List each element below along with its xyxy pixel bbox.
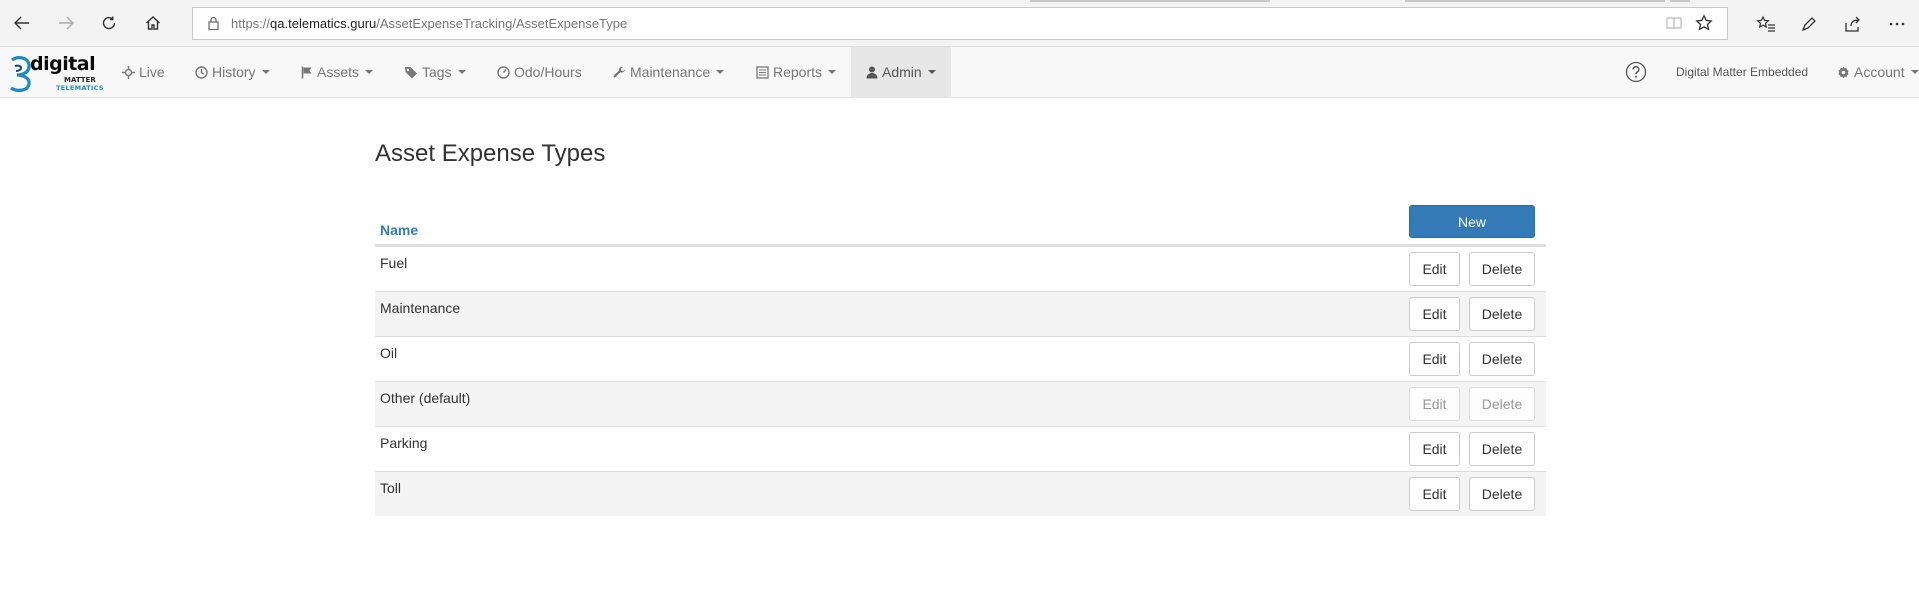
home-icon bbox=[146, 16, 160, 30]
arrow-right-icon bbox=[59, 16, 74, 30]
nav-history[interactable]: History bbox=[195, 47, 270, 97]
edit-button[interactable]: Edit bbox=[1409, 297, 1460, 331]
more-dots-icon bbox=[1889, 22, 1905, 26]
reading-view-icon[interactable] bbox=[1665, 15, 1683, 34]
favorite-star-icon[interactable] bbox=[1695, 14, 1713, 35]
nav-odo-hours-label: Odo/Hours bbox=[514, 64, 582, 80]
table-row: Toll Edit Delete bbox=[375, 471, 1546, 516]
chevron-down-icon bbox=[365, 70, 374, 74]
tab-indicator bbox=[1030, 0, 1270, 2]
nav-odo-hours[interactable]: Odo/Hours bbox=[497, 47, 582, 97]
help-button[interactable] bbox=[1625, 47, 1647, 97]
nav-live-label: Live bbox=[139, 64, 165, 80]
delete-button-disabled: Delete bbox=[1469, 387, 1535, 421]
forward-button[interactable] bbox=[53, 10, 79, 36]
organization-name[interactable]: Digital Matter Embedded bbox=[1676, 47, 1808, 97]
table-row: Other (default) Edit Delete bbox=[375, 381, 1546, 426]
pen-icon bbox=[1801, 17, 1816, 32]
tab-indicator bbox=[1670, 0, 1690, 2]
nav-maintenance-label: Maintenance bbox=[630, 64, 711, 80]
delete-button[interactable]: Delete bbox=[1469, 432, 1535, 466]
edit-button[interactable]: Edit bbox=[1409, 477, 1460, 511]
logo-word: digital bbox=[30, 53, 96, 75]
organization-name-label: Digital Matter Embedded bbox=[1676, 65, 1809, 79]
nav-account[interactable]: Account bbox=[1837, 47, 1919, 97]
favorites-button[interactable] bbox=[1754, 12, 1778, 36]
nav-reports[interactable]: Reports bbox=[756, 47, 837, 97]
chevron-down-icon bbox=[261, 70, 270, 74]
gear-icon bbox=[1837, 66, 1850, 79]
logo-telematics: TELEMATICS bbox=[56, 84, 104, 92]
nav-admin[interactable]: Admin bbox=[851, 47, 951, 97]
url-host: qa.telematics.guru bbox=[270, 16, 377, 31]
chevron-down-icon bbox=[828, 70, 837, 74]
column-header-name[interactable]: Name bbox=[380, 222, 418, 238]
wrench-icon bbox=[613, 66, 626, 79]
url-path: /AssetExpenseTracking/AssetExpenseType bbox=[376, 16, 628, 31]
back-button[interactable] bbox=[9, 10, 35, 36]
crosshair-icon bbox=[122, 65, 135, 79]
nav-assets[interactable]: Assets bbox=[301, 47, 374, 97]
edit-button-disabled: Edit bbox=[1409, 387, 1460, 421]
nav-tags-label: Tags bbox=[422, 64, 452, 80]
flag-icon bbox=[301, 66, 313, 79]
more-button[interactable] bbox=[1885, 12, 1909, 36]
nav-assets-label: Assets bbox=[317, 64, 360, 80]
url-text: https://qa.telematics.guru/AssetExpenseT… bbox=[231, 16, 627, 31]
nav-history-label: History bbox=[212, 64, 256, 80]
chevron-down-icon bbox=[1910, 70, 1919, 74]
refresh-button[interactable] bbox=[96, 10, 122, 36]
address-bar[interactable]: https://qa.telematics.guru/AssetExpenseT… bbox=[192, 7, 1728, 40]
expense-types-table: Name Fuel Edit Delete Maintenance Edit D… bbox=[375, 208, 1546, 516]
edit-button[interactable]: Edit bbox=[1409, 342, 1460, 376]
nav-account-label: Account bbox=[1854, 64, 1905, 80]
table-row: Parking Edit Delete bbox=[375, 426, 1546, 471]
arrow-left-icon bbox=[14, 16, 29, 30]
digital-matter-logo[interactable]: digital MATTER TELEMATICS bbox=[6, 52, 104, 94]
row-name: Maintenance bbox=[380, 300, 461, 316]
table-row: Oil Edit Delete bbox=[375, 336, 1546, 381]
home-button[interactable] bbox=[140, 10, 166, 36]
clock-icon bbox=[195, 65, 208, 79]
notes-button[interactable] bbox=[1797, 12, 1821, 36]
chevron-down-icon bbox=[457, 70, 466, 74]
user-icon bbox=[866, 66, 878, 79]
delete-button[interactable]: Delete bbox=[1469, 252, 1535, 286]
edit-button[interactable]: Edit bbox=[1409, 432, 1460, 466]
delete-button[interactable]: Delete bbox=[1469, 297, 1535, 331]
dashboard-icon bbox=[497, 65, 510, 79]
tag-icon bbox=[404, 66, 418, 79]
logo-matter: MATTER bbox=[64, 76, 96, 84]
row-name: Other (default) bbox=[380, 390, 471, 406]
lock-icon bbox=[207, 16, 220, 34]
row-name: Toll bbox=[380, 480, 402, 496]
refresh-icon bbox=[102, 16, 116, 30]
list-icon bbox=[756, 65, 769, 79]
chevron-down-icon bbox=[927, 70, 936, 74]
nav-live[interactable]: Live bbox=[122, 47, 165, 97]
nav-maintenance[interactable]: Maintenance bbox=[613, 47, 725, 97]
chevron-down-icon bbox=[716, 70, 725, 74]
table-row: Maintenance Edit Delete bbox=[375, 291, 1546, 336]
share-button[interactable] bbox=[1841, 12, 1865, 36]
nav-admin-label: Admin bbox=[882, 64, 922, 80]
page-title: Asset Expense Types bbox=[375, 140, 606, 167]
row-name: Oil bbox=[380, 345, 398, 361]
tab-indicator bbox=[1405, 0, 1665, 2]
nav-reports-label: Reports bbox=[773, 64, 823, 80]
row-name: Parking bbox=[380, 435, 428, 451]
url-prefix: https:// bbox=[231, 16, 271, 31]
help-icon bbox=[1625, 61, 1647, 83]
app-navbar: digital MATTER TELEMATICS Live History A… bbox=[0, 47, 1919, 98]
delete-button[interactable]: Delete bbox=[1469, 477, 1535, 511]
delete-button[interactable]: Delete bbox=[1469, 342, 1535, 376]
edit-button[interactable]: Edit bbox=[1409, 252, 1460, 286]
row-name: Fuel bbox=[380, 255, 408, 271]
browser-toolbar: https://qa.telematics.guru/AssetExpenseT… bbox=[0, 0, 1919, 47]
nav-tags[interactable]: Tags bbox=[404, 47, 466, 97]
favorites-list-icon bbox=[1756, 15, 1775, 32]
table-row: Fuel Edit Delete bbox=[375, 246, 1546, 291]
table-header: Name bbox=[375, 208, 1546, 246]
share-icon bbox=[1845, 16, 1860, 32]
